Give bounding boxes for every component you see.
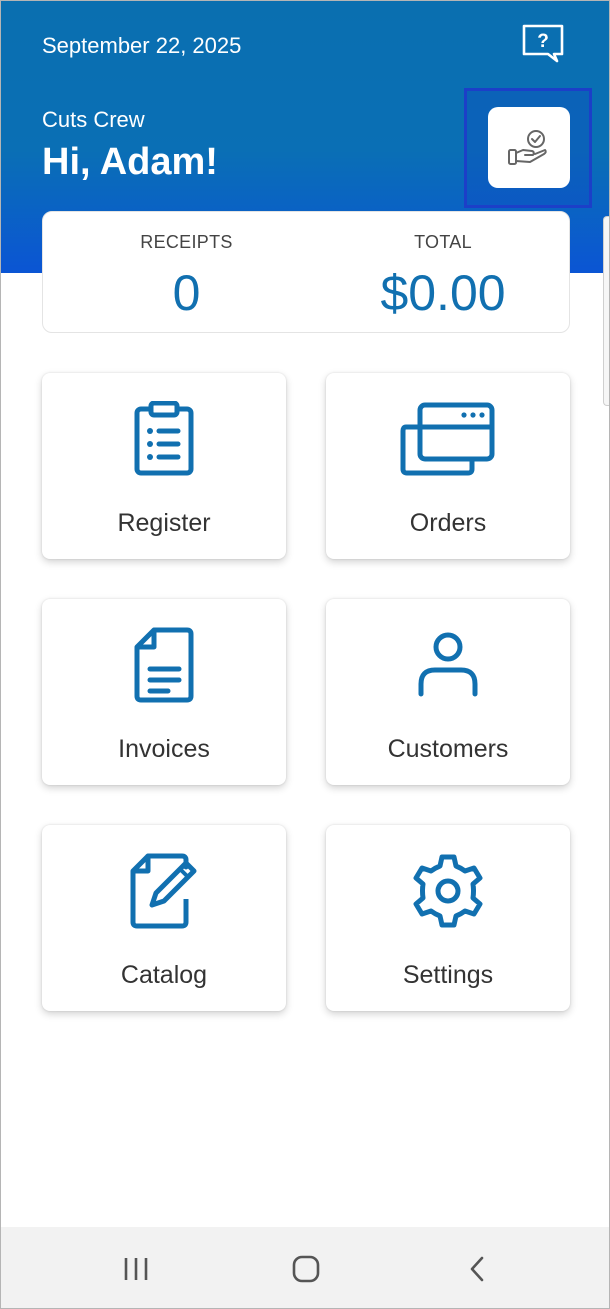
- gear-icon: [413, 854, 483, 928]
- edit-document-icon: [130, 853, 197, 929]
- greeting: Hi, Adam!: [42, 141, 218, 183]
- clipboard-list-icon: [134, 401, 194, 476]
- document-icon: [134, 627, 194, 703]
- register-tile[interactable]: Register: [42, 373, 286, 559]
- company-name: Cuts Crew: [42, 107, 145, 132]
- orders-tile[interactable]: Orders: [326, 373, 570, 559]
- system-navigation-bar: [1, 1227, 609, 1308]
- back-button[interactable]: [457, 1253, 497, 1285]
- customers-tile[interactable]: Customers: [326, 599, 570, 785]
- back-icon: [470, 1256, 484, 1282]
- scrollbar[interactable]: [603, 216, 609, 406]
- recents-icon: [124, 1258, 148, 1280]
- hand-check-button[interactable]: [488, 107, 570, 188]
- person-icon: [418, 632, 478, 697]
- summary-card: RECEIPTS 0 TOTAL $0.00: [42, 211, 570, 333]
- total-label: TOTAL: [414, 232, 472, 252]
- tile-label: Catalog: [120, 961, 208, 989]
- receipts-summary: RECEIPTS 0: [43, 212, 330, 334]
- tile-label: Invoices: [118, 735, 210, 763]
- tile-label: Customers: [387, 735, 509, 763]
- tile-label: Settings: [402, 961, 494, 989]
- receipts-label: RECEIPTS: [140, 232, 233, 252]
- tile-label: Register: [117, 509, 211, 537]
- invoices-tile[interactable]: Invoices: [42, 599, 286, 785]
- recents-button[interactable]: [116, 1253, 156, 1285]
- total-value: $0.00: [380, 265, 506, 321]
- catalog-tile[interactable]: Catalog: [42, 825, 286, 1011]
- receipts-value: 0: [172, 265, 201, 321]
- credit-cards-icon: [400, 402, 495, 476]
- hand-check-icon: [508, 129, 547, 165]
- current-date: September 22, 2025: [42, 33, 242, 58]
- tile-label: Orders: [409, 509, 487, 537]
- settings-tile[interactable]: Settings: [326, 825, 570, 1011]
- total-summary: TOTAL $0.00: [315, 212, 571, 334]
- help-button[interactable]: ?: [521, 23, 565, 63]
- app-screen: September 22, 2025 ? Cuts Crew Hi, Adam!…: [0, 0, 610, 1309]
- home-icon: [292, 1255, 320, 1283]
- help-question-icon: ?: [522, 24, 564, 63]
- svg-text:?: ?: [537, 31, 549, 52]
- home-button[interactable]: [286, 1253, 326, 1285]
